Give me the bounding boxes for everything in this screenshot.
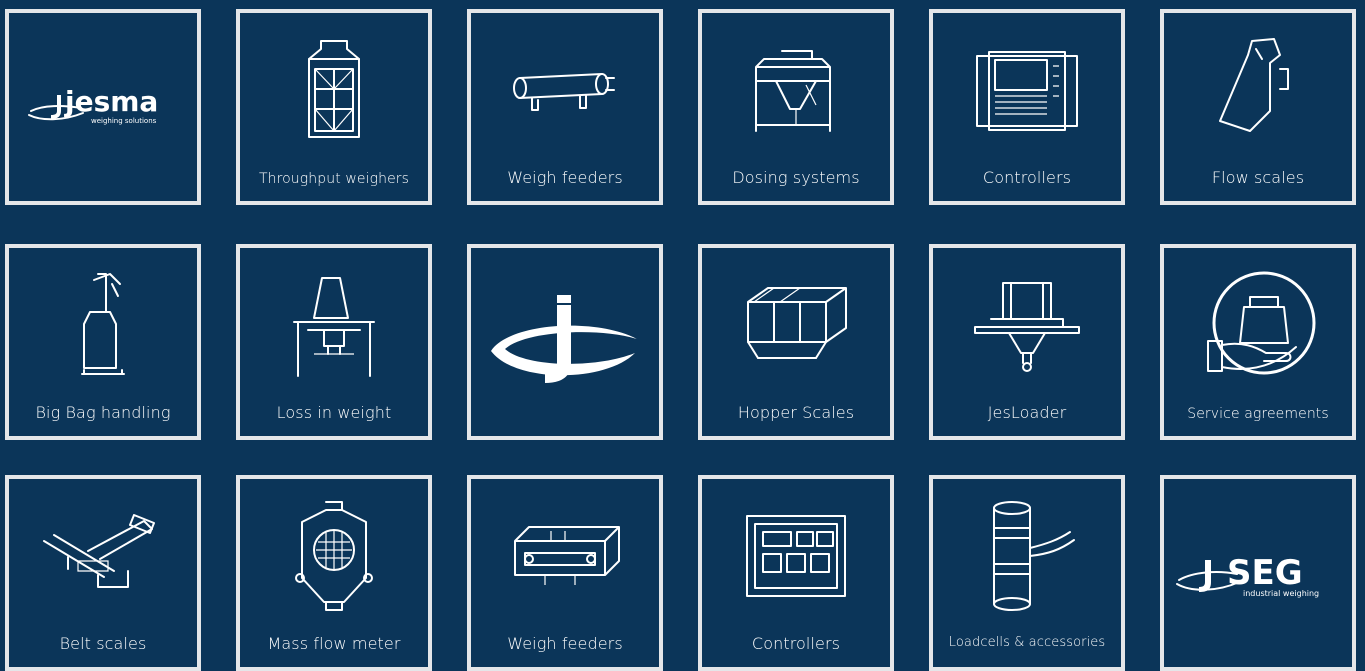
seg-logo-icon: SEG industrial weighing: [1164, 489, 1352, 657]
tile-hopper-scales[interactable]: Hopper Scales: [698, 244, 894, 440]
loss-in-weight-icon: [240, 266, 428, 384]
jesma-logo-text: jesma: [64, 85, 158, 118]
loadcell-icon: [933, 497, 1121, 615]
weigh-feeder-icon: [471, 31, 659, 149]
tile-mass-flow-meter[interactable]: Mass flow meter: [236, 475, 432, 671]
tile-label: Dosing systems: [732, 168, 860, 187]
jesma-logo-subtext: weighing solutions: [91, 117, 157, 125]
tile-label: Big Bag handling: [35, 403, 171, 422]
tile-controllers-2[interactable]: Controllers: [698, 475, 894, 671]
tile-throughput-weighers[interactable]: Throughput weighers: [236, 9, 432, 205]
tile-dosing-systems[interactable]: Dosing systems: [698, 9, 894, 205]
jesloader-icon: [933, 266, 1121, 384]
tile-big-bag-handling[interactable]: Big Bag handling: [5, 244, 201, 440]
tile-loadcells-accessories[interactable]: Loadcells & accessories: [929, 475, 1125, 671]
tile-seg[interactable]: SEG industrial weighing: [1160, 475, 1356, 671]
tile-flow-scales[interactable]: Flow scales: [1160, 9, 1356, 205]
tile-controllers[interactable]: Controllers: [929, 9, 1125, 205]
controller-icon: [933, 31, 1121, 149]
flow-scale-icon: [1164, 31, 1352, 149]
tile-label: Weigh feeders: [507, 634, 623, 653]
tile-label: Service agreements: [1187, 406, 1329, 422]
j-emblem-icon: [471, 258, 659, 426]
tile-label: Flow scales: [1211, 168, 1305, 187]
tile-label: Hopper Scales: [737, 403, 855, 422]
tile-label: Mass flow meter: [267, 634, 401, 653]
throughput-weigher-icon: [240, 31, 428, 149]
tile-j-emblem[interactable]: [467, 244, 663, 440]
tile-jesloader[interactable]: JesLoader: [929, 244, 1125, 440]
tile-label: Controllers: [982, 168, 1072, 187]
tile-label: Loadcells & accessories: [948, 635, 1106, 650]
tile-weigh-feeders[interactable]: Weigh feeders: [467, 9, 663, 205]
controller-panel-icon: [702, 497, 890, 615]
tile-service-agreements[interactable]: Service agreements: [1160, 244, 1356, 440]
tile-label: Controllers: [751, 634, 841, 653]
mass-flow-meter-icon: [240, 497, 428, 615]
tile-label: Weigh feeders: [507, 168, 623, 187]
jesma-logo-icon: jesma weighing solutions: [9, 23, 197, 191]
tile-belt-scales[interactable]: Belt scales: [5, 475, 201, 671]
tile-loss-in-weight[interactable]: Loss in weight: [236, 244, 432, 440]
service-agreement-icon: [1164, 266, 1352, 384]
seg-logo-text: SEG: [1227, 553, 1303, 593]
tile-label: JesLoader: [987, 403, 1067, 422]
tile-weigh-feeders-2[interactable]: Weigh feeders: [467, 475, 663, 671]
tile-label: Belt scales: [59, 634, 147, 653]
dosing-system-icon: [702, 31, 890, 149]
seg-logo-subtext: industrial weighing: [1243, 589, 1319, 598]
big-bag-icon: [9, 266, 197, 384]
tile-label: Throughput weighers: [258, 171, 410, 187]
weigh-feeder-box-icon: [471, 497, 659, 615]
hopper-scale-icon: [702, 266, 890, 384]
tile-jesma[interactable]: jesma weighing solutions: [5, 9, 201, 205]
tile-label: Loss in weight: [276, 403, 392, 422]
belt-scale-icon: [9, 497, 197, 615]
